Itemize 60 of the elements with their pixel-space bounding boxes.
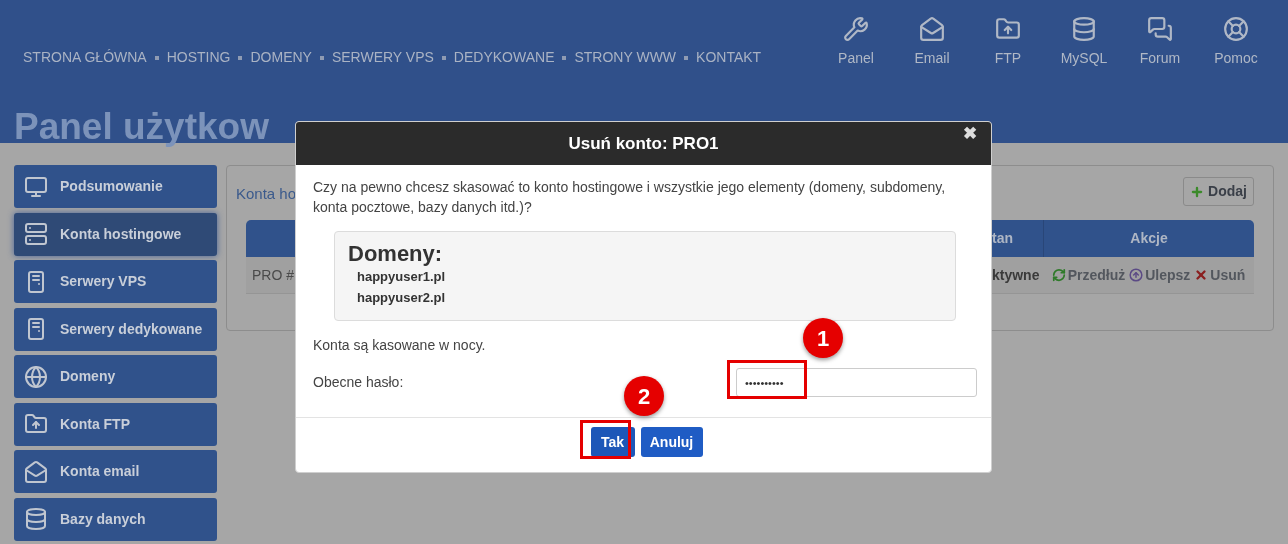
action-link[interactable]: Przedłuż bbox=[1051, 264, 1126, 286]
globe-icon bbox=[24, 364, 48, 389]
panel-title: Konta ho bbox=[236, 184, 297, 205]
password-field[interactable]: •••••••••• bbox=[736, 368, 977, 397]
dialog-button[interactable]: Tak bbox=[590, 427, 635, 457]
nav-link[interactable]: DOMENY bbox=[250, 47, 312, 68]
quick-link[interactable]: FTP bbox=[982, 16, 1034, 69]
folder-icon bbox=[995, 16, 1021, 42]
action-link[interactable]: Usuń bbox=[1194, 264, 1246, 286]
plus-icon bbox=[1190, 184, 1205, 199]
refresh-icon bbox=[1051, 268, 1066, 282]
sidebar-item[interactable]: Konta hostingowe bbox=[14, 212, 217, 256]
column-header: tan bbox=[992, 229, 1014, 248]
nav-link[interactable]: HOSTING bbox=[166, 47, 231, 68]
note-text: Konta są kasowane w nocy. bbox=[313, 336, 486, 355]
sidebar-item[interactable]: Podsumowanie bbox=[14, 165, 217, 208]
domains-heading: Domeny: bbox=[348, 242, 444, 266]
domain-name: happyuser2.pl bbox=[357, 289, 447, 307]
quick-link[interactable]: MySQL bbox=[1058, 16, 1110, 69]
step-marker: 2 bbox=[624, 376, 664, 416]
password-label: Obecne hasło: bbox=[313, 373, 404, 392]
arrow-up-icon bbox=[1129, 268, 1144, 282]
page-title: Panel użytkow bbox=[14, 108, 269, 145]
quick-link[interactable]: Email bbox=[906, 16, 958, 69]
chat-icon bbox=[1147, 16, 1173, 42]
confirmation-text: Czy na pewno chcesz skasować to konto hostingowe i wszystkie jego elementy (domeny, subdomeny, konta pocztowe, bazy danych itd.)? bbox=[313, 178, 947, 217]
quick-link[interactable]: Pomoc bbox=[1210, 16, 1262, 69]
tools-icon bbox=[843, 16, 869, 42]
domain-name: happyuser1.pl bbox=[357, 268, 447, 286]
add-button[interactable]: Dodaj bbox=[1183, 177, 1254, 206]
close-icon bbox=[1194, 268, 1209, 282]
mail-icon bbox=[919, 16, 945, 42]
folder-icon bbox=[24, 412, 48, 436]
monitor-icon bbox=[24, 174, 48, 199]
sidebar-item[interactable]: Bazy danych bbox=[14, 497, 217, 541]
server-icon bbox=[24, 222, 48, 246]
quick-link[interactable]: Forum bbox=[1134, 16, 1186, 69]
sidebar-item[interactable]: Konta email bbox=[14, 450, 217, 493]
dialog-button[interactable]: Anuluj bbox=[640, 427, 703, 457]
quick-link[interactable]: Panel bbox=[830, 16, 882, 69]
database-icon bbox=[1071, 16, 1097, 42]
nav-link[interactable]: SERWERY VPS bbox=[331, 47, 434, 68]
nav-link[interactable]: KONTAKT bbox=[696, 47, 762, 68]
nav-link[interactable]: STRONA GŁÓWNA bbox=[23, 47, 147, 68]
sidebar-item[interactable]: Serwery VPS bbox=[14, 260, 217, 303]
database-icon bbox=[24, 507, 48, 531]
nav-link[interactable]: STRONY WWW bbox=[574, 47, 677, 68]
action-link[interactable]: Ulepsz bbox=[1129, 264, 1191, 286]
sidebar-item[interactable]: Serwery dedykowane bbox=[14, 307, 217, 351]
step-marker: 1 bbox=[803, 318, 843, 358]
lifebuoy-icon bbox=[1223, 16, 1249, 42]
sidebar-item[interactable]: Konta FTP bbox=[14, 402, 217, 446]
highlight-frame bbox=[580, 420, 631, 459]
dialog-title: Usuń konto: PRO1 bbox=[568, 132, 719, 155]
table-cell-text: PRO # bbox=[252, 265, 294, 285]
sidebar-item[interactable]: Domeny bbox=[14, 355, 217, 398]
status-cell-text: ktywne bbox=[992, 265, 1041, 285]
nav-link[interactable]: DEDYKOWANE bbox=[453, 47, 555, 68]
mail-icon bbox=[24, 459, 48, 484]
close-button[interactable]: ✖ bbox=[963, 125, 977, 142]
